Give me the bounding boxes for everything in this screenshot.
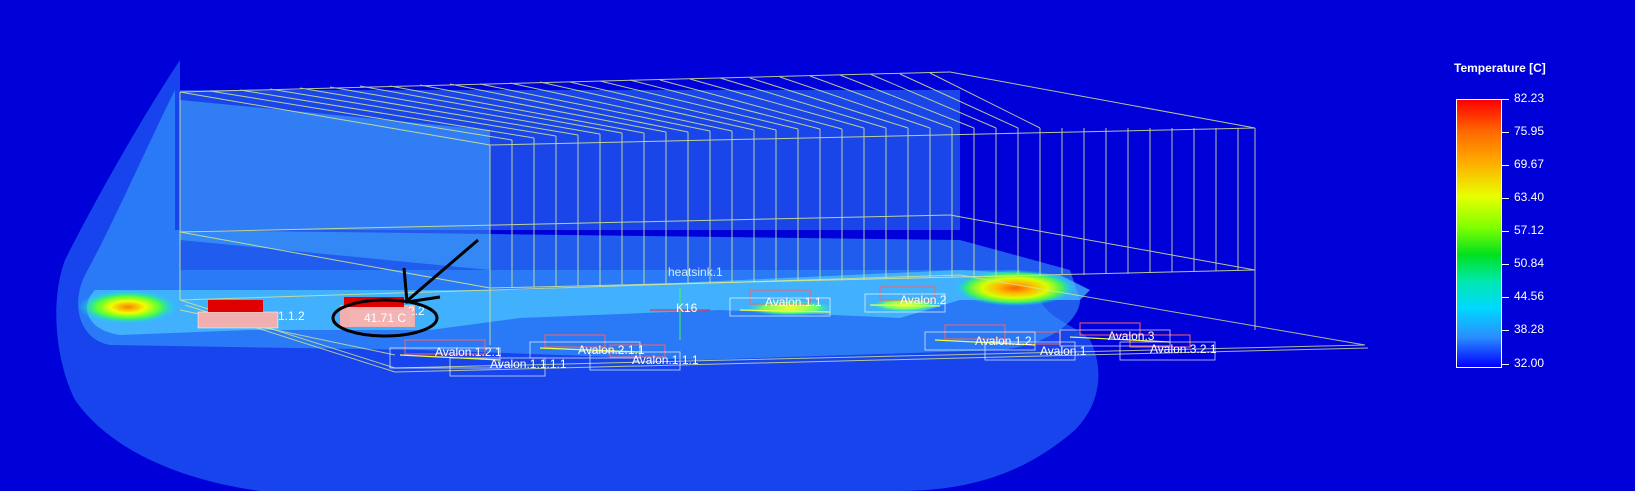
legend-tick [1501, 99, 1509, 100]
component-label-avalon-1-1-1-1: Avalon.1.1.1.1 [490, 357, 567, 371]
legend-tick-label: 69.67 [1514, 157, 1545, 171]
legend-tick [1501, 231, 1509, 232]
legend-tick [1501, 132, 1509, 133]
legend-tick-label: 32.00 [1514, 356, 1545, 370]
hotspot-left [78, 290, 178, 324]
legend-tick [1501, 297, 1509, 298]
legend-tick-label: 44.56 [1514, 289, 1545, 303]
k16-label: K16 [676, 301, 698, 315]
component-label-avalon-1-2: Avalon.1.2 [975, 334, 1032, 348]
temperature-colorbar [1456, 99, 1502, 368]
thermal-scene: heatsink.1 K16 1.1.2 2.2 Avalon.1.1 Aval… [56, 60, 1369, 491]
thermal-3d-viewport[interactable]: heatsink.1 K16 1.1.2 2.2 Avalon.1.1 Aval… [0, 0, 1635, 491]
component-label-1-1-2: 1.1.2 [278, 309, 305, 323]
legend-tick [1501, 364, 1509, 365]
component-label-avalon-3: Avalon.3 [1108, 329, 1155, 343]
probe-temperature[interactable]: 41.71 C [350, 310, 412, 326]
legend-tick [1501, 330, 1509, 331]
component-label-avalon-1-1: Avalon.1.1 [765, 295, 822, 309]
heatsink-label: heatsink.1 [668, 265, 723, 279]
legend-tick-label: 75.95 [1514, 124, 1545, 138]
component-label-avalon-1: Avalon.1 [1040, 344, 1087, 358]
legend-tick-label: 38.28 [1514, 322, 1545, 336]
legend-tick-label: 63.40 [1514, 190, 1545, 204]
legend-tick-label: 57.12 [1514, 223, 1545, 237]
component-label-avalon-2: Avalon.2 [900, 293, 947, 307]
probe-temperature-label: 41.71 C [364, 311, 406, 325]
legend-tick-label: 50.84 [1514, 256, 1545, 270]
legend-tick [1501, 264, 1509, 265]
legend-tick [1501, 198, 1509, 199]
component-label-avalon-3-2-1: Avalon.3.2.1 [1150, 342, 1217, 356]
component-label-avalon-1-1-1: Avalon.1.1.1 [632, 353, 699, 367]
legend-title: Temperature [C] [1454, 61, 1546, 75]
legend-tick [1501, 165, 1509, 166]
legend-tick-label: 82.23 [1514, 91, 1545, 105]
